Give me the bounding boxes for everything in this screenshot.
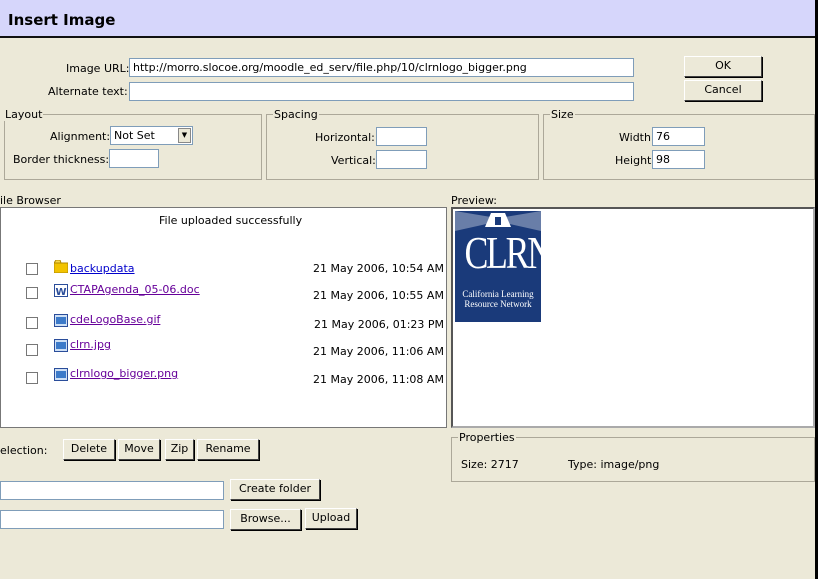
selection-label: election: [0,444,48,457]
properties-group: Properties Size: 2717 Type: image/png [451,431,815,482]
logo-text: CLRN [464,227,541,278]
zip-button[interactable]: Zip [165,439,194,460]
image-file-icon [54,339,68,352]
file-row: W CTAPAgenda_05-06.doc 21 May 2006, 10:5… [1,283,448,306]
file-link[interactable]: CTAPAgenda_05-06.doc [70,283,200,296]
ok-button[interactable]: OK [684,56,762,77]
word-doc-icon: W [54,284,68,297]
title-bar: Insert Image [0,0,815,38]
image-file-icon [54,368,68,381]
file-row: backupdata 21 May 2006, 10:54 AM [1,260,448,282]
alt-text-input[interactable] [129,82,634,101]
create-folder-button[interactable]: Create folder [230,479,320,500]
file-date: 21 May 2006, 10:54 AM [313,262,444,275]
rename-button[interactable]: Rename [197,439,259,460]
file-link[interactable]: clrnlogo_bigger.png [70,367,178,380]
image-url-input[interactable]: http://morro.slocoe.org/moodle_ed_serv/f… [129,58,634,77]
alignment-label: Alignment: [50,130,111,143]
chevron-down-icon[interactable]: ▼ [178,128,191,143]
horizontal-input[interactable] [376,127,427,146]
height-input[interactable]: 98 [652,150,705,169]
file-date: 21 May 2006, 10:55 AM [313,289,444,302]
size-group: Size [543,108,815,180]
file-date: 21 May 2006, 11:06 AM [313,345,444,358]
size-legend: Size [550,108,575,121]
svg-text:W: W [55,287,66,297]
upload-button[interactable]: Upload [305,508,357,529]
file-browser-label: ile Browser [0,194,61,207]
logo-subtitle-2: Resource Network [464,299,532,309]
file-checkbox[interactable] [26,317,38,329]
alignment-value: Not Set [114,129,155,142]
alignment-select[interactable]: Not Set ▼ [110,126,193,145]
image-url-label: Image URL: [66,62,130,75]
dialog-title: Insert Image [8,11,116,29]
border-thickness-input[interactable] [109,149,159,168]
spacing-group: Spacing [266,108,539,180]
folder-icon [54,260,68,273]
file-checkbox[interactable] [26,263,38,275]
preview-panel: CLRN California Learning Resource Networ… [451,207,815,428]
width-label: Width: [619,131,655,144]
file-link[interactable]: cdeLogoBase.gif [70,313,160,326]
cancel-button[interactable]: Cancel [684,80,762,101]
file-row: cdeLogoBase.gif 21 May 2006, 01:23 PM [1,312,448,334]
file-checkbox[interactable] [26,344,38,356]
layout-legend: Layout [4,108,44,121]
file-link[interactable]: backupdata [70,262,135,275]
preview-label: Preview: [451,194,497,207]
upload-status-text: File uploaded successfully [159,214,303,227]
image-file-icon [54,314,68,327]
folder-name-input[interactable] [0,481,224,500]
clrn-logo: CLRN California Learning Resource Networ… [455,211,541,322]
vertical-label: Vertical: [331,154,376,167]
file-checkbox[interactable] [26,287,38,299]
file-browser-panel: File uploaded successfully backupdata 21… [0,207,447,428]
move-button[interactable]: Move [118,439,160,460]
upload-file-input[interactable] [0,510,224,529]
properties-legend: Properties [458,431,516,444]
width-input[interactable]: 76 [652,127,705,146]
height-label: Height: [615,154,656,167]
spacing-legend: Spacing [273,108,319,121]
file-type-text: Type: image/png [568,458,660,471]
logo-subtitle-1: California Learning [462,289,534,299]
file-size-text: Size: 2717 [461,458,519,471]
file-checkbox[interactable] [26,372,38,384]
file-date: 21 May 2006, 11:08 AM [313,373,444,386]
alt-text-label: Alternate text: [48,85,128,98]
browse-button[interactable]: Browse... [230,509,301,530]
file-row: clrnlogo_bigger.png 21 May 2006, 11:08 A… [1,366,448,388]
file-date: 21 May 2006, 01:23 PM [314,318,445,331]
delete-button[interactable]: Delete [63,439,115,460]
horizontal-label: Horizontal: [315,131,375,144]
file-row: clrn.jpg 21 May 2006, 11:06 AM [1,337,448,359]
vertical-input[interactable] [376,150,427,169]
border-thickness-label: Border thickness: [13,153,110,166]
layout-group: Layout [4,108,262,180]
file-link[interactable]: clrn.jpg [70,338,111,351]
insert-image-dialog: Insert Image Image URL: http://morro.slo… [0,0,818,579]
